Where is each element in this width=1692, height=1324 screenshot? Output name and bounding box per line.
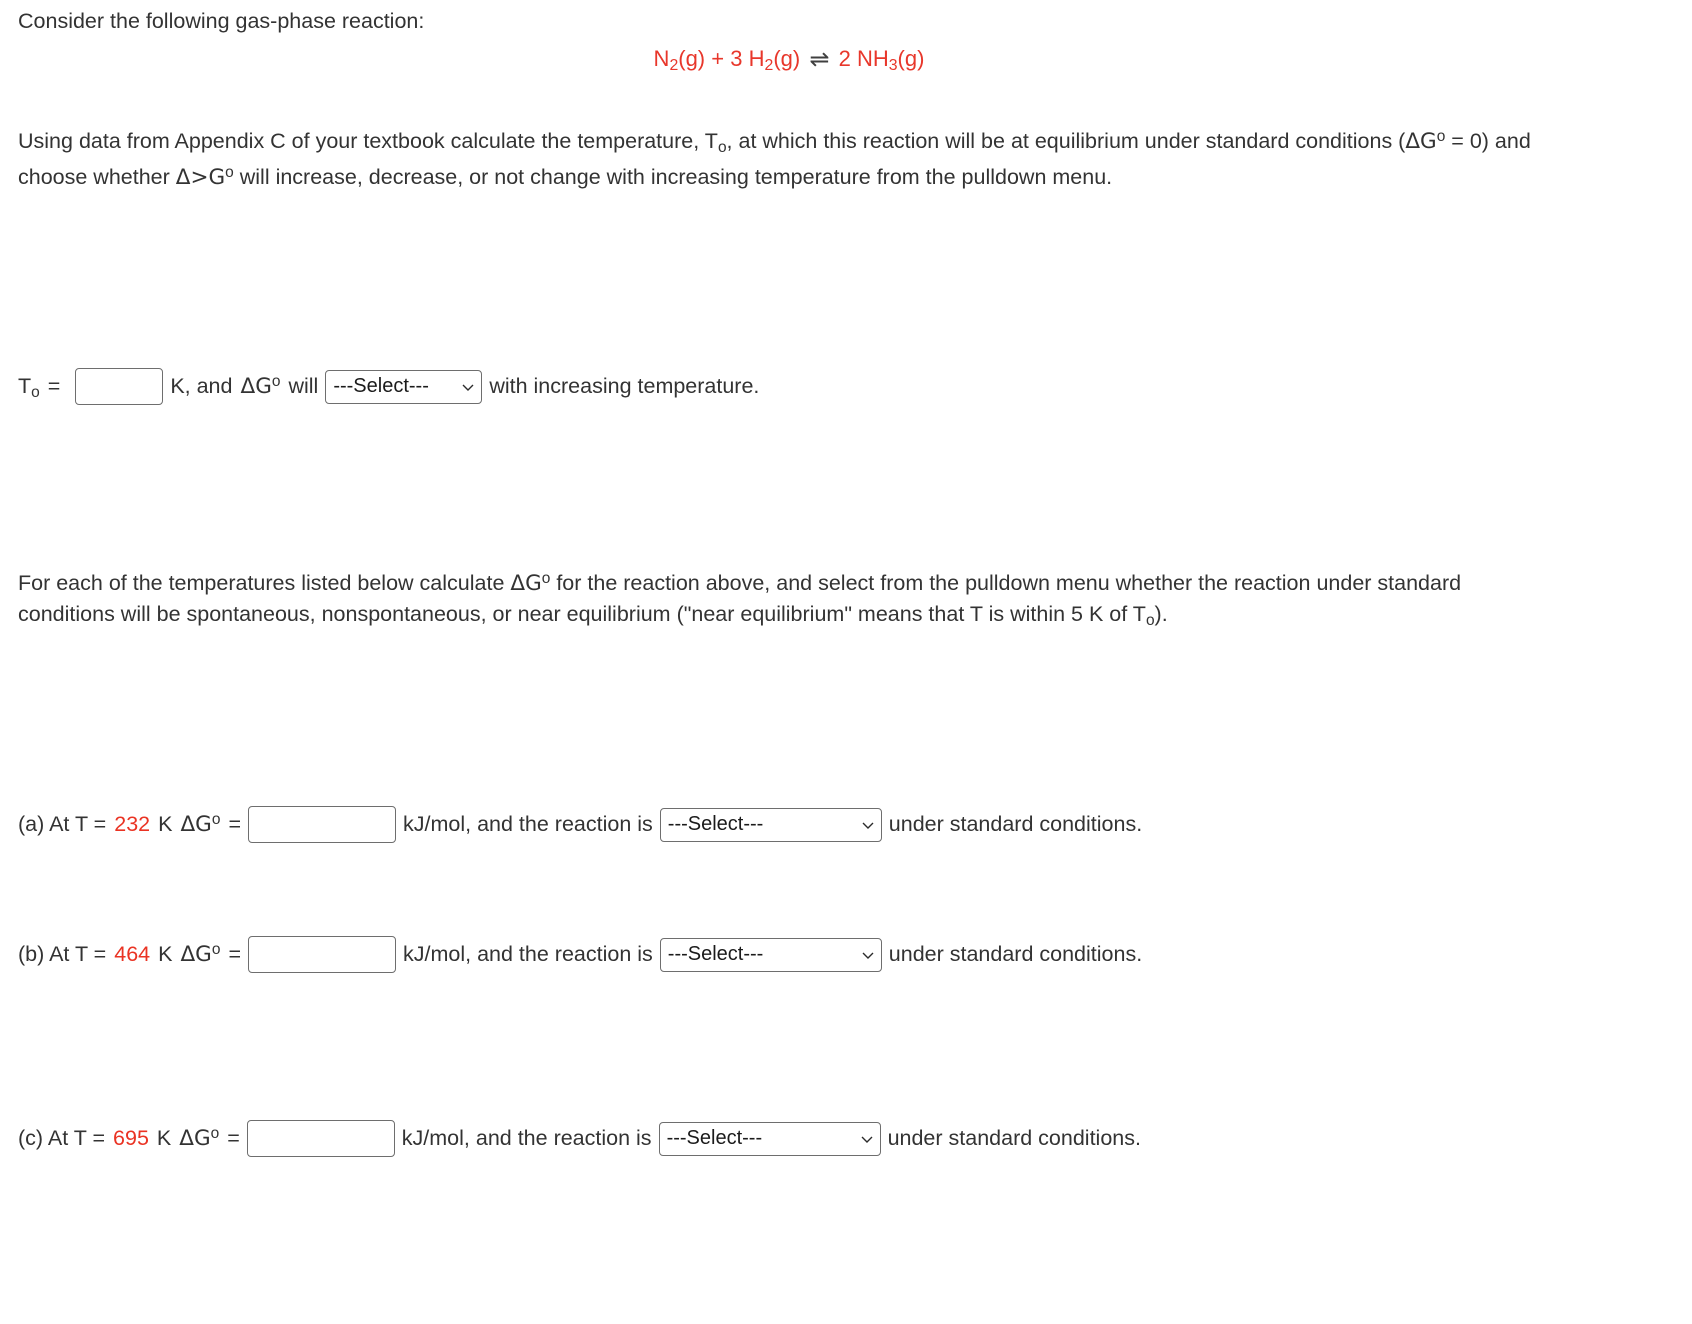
row-a-trailing-label: under standard conditions. — [888, 811, 1143, 836]
t-zero-label: To — [18, 373, 40, 401]
row-b-kelvin-label: K — [158, 941, 173, 966]
row-a-spontaneity-select[interactable]: ---Select--- — [659, 807, 882, 842]
row-a-unit-label: kJ/mol, and the reaction is — [403, 811, 653, 836]
row-b-spontaneity-select[interactable]: ---Select--- — [659, 937, 882, 972]
equation-reactant-1: N2(g) — [653, 46, 706, 75]
row-b-unit-label: kJ/mol, and the reaction is — [403, 941, 653, 966]
row-c-spontaneity-select-value: ---Select--- — [666, 1127, 763, 1149]
equilibrium-arrow-icon: ⇌ — [809, 46, 830, 73]
instruction-paragraph-1: Using data from Appendix C of your textb… — [18, 124, 1563, 196]
row-a-spontaneity-select-value: ---Select--- — [667, 813, 764, 835]
row-b-prefix: (b) At T = — [18, 941, 107, 966]
row-c-prefix: (c) At T = — [18, 1125, 106, 1150]
row-c-delta-g-superscript: o — [210, 1124, 220, 1142]
row-c-delta-g-input[interactable] — [246, 1120, 395, 1157]
answer-row-a: (a) At T = 232 K ΔGo = kJ/mol, and the r… — [18, 806, 1142, 843]
row-c-spontaneity-select[interactable]: ---Select--- — [658, 1121, 881, 1156]
product-subscript: 3 — [888, 57, 898, 75]
row-c-equals: = — [227, 1125, 240, 1150]
equation-coefficient-3: 2 — [838, 46, 851, 71]
answer-row-c: (c) At T = 695 K ΔGo = kJ/mol, and the r… — [18, 1120, 1141, 1157]
row-b-delta-g-superscript: o — [211, 940, 221, 958]
row-a-equals: = — [228, 811, 242, 836]
row-a-delta-g-superscript: o — [211, 810, 221, 828]
row-a-kelvin-label: K — [158, 811, 173, 836]
equation-reactant-2: H2(g) — [748, 46, 801, 75]
row-b-trailing-label: under standard conditions. — [888, 941, 1143, 966]
equation-plus: + — [711, 46, 725, 71]
row-c-temperature: 695 — [113, 1125, 149, 1150]
delta-g-trend-select-value: ---Select--- — [333, 375, 429, 397]
paragraph-1-text-4: will increase, decrease, or not change w… — [233, 164, 1113, 189]
t-zero-subscript-2: o — [1145, 612, 1155, 630]
answer-row-t-zero: To = K, and ΔGo will ---Select--- with i… — [18, 368, 759, 405]
paragraph-1-text-2: , at which this reaction will be at equi… — [726, 129, 1406, 153]
answer-row-b: (b) At T = 464 K ΔGo = kJ/mol, and the r… — [18, 936, 1142, 973]
delta-g-symbol-2: Δ>G — [175, 164, 226, 190]
row-b-spontaneity-select-value: ---Select--- — [667, 943, 764, 965]
chevron-down-icon — [860, 1132, 874, 1146]
reactant-2-subscript: 2 — [764, 57, 774, 75]
equation-product: NH3(g) — [856, 46, 925, 75]
t-zero-subscript: o — [717, 139, 727, 157]
instruction-paragraph-2: For each of the temperatures listed belo… — [18, 568, 1563, 630]
delta-g-label-top: ΔGo — [240, 372, 281, 399]
row-a-temperature: 232 — [114, 811, 151, 836]
reaction-equation: N2(g) + 3 H2(g) ⇌ 2 NH3(g) — [0, 42, 1578, 77]
row-b-equals: = — [228, 941, 242, 966]
chevron-down-icon — [861, 948, 875, 962]
delta-g-symbol-1: ΔG — [1405, 129, 1437, 154]
row-c-trailing-label: under standard conditions. — [887, 1125, 1141, 1150]
equation-coefficient-2: 3 — [730, 46, 743, 71]
paragraph-2-text-1: For each of the temperatures listed belo… — [18, 571, 511, 595]
t-zero-trailing-label: with increasing temperature. — [489, 373, 760, 398]
t-zero-input[interactable] — [75, 368, 164, 405]
row-b-temperature: 464 — [114, 941, 151, 966]
t-zero-equals: = — [47, 373, 61, 398]
paragraph-2-text-3: ). — [1154, 602, 1168, 627]
row-a-prefix: (a) At T = — [18, 811, 107, 836]
delta-g-trend-select[interactable]: ---Select--- — [325, 369, 483, 404]
row-b-delta-g-label: ΔGo — [180, 940, 221, 967]
chevron-down-icon — [461, 380, 475, 394]
chevron-down-icon — [861, 818, 875, 832]
t-zero-label-subscript: o — [31, 383, 40, 401]
row-c-kelvin-label: K — [156, 1125, 172, 1150]
row-a-delta-g-input[interactable] — [248, 806, 397, 843]
row-b-delta-g-input[interactable] — [248, 936, 397, 973]
row-a-delta-g-label: ΔGo — [180, 810, 221, 837]
delta-g-superscript-2: o — [225, 163, 234, 181]
t-zero-unit-label: K, and — [170, 373, 233, 398]
delta-g-symbol-3: ΔG — [510, 571, 542, 596]
paragraph-1-text-1: Using data from Appendix C of your textb… — [18, 129, 718, 153]
reactant-1-subscript: 2 — [669, 57, 679, 75]
row-c-delta-g-label: ΔGo — [179, 1124, 220, 1151]
will-label-top: will — [288, 373, 319, 398]
intro-line: Consider the following gas-phase reactio… — [18, 9, 425, 33]
problem-page: Consider the following gas-phase reactio… — [0, 0, 1692, 1324]
row-c-unit-label: kJ/mol, and the reaction is — [401, 1125, 652, 1150]
delta-g-superscript-top: o — [271, 372, 281, 390]
